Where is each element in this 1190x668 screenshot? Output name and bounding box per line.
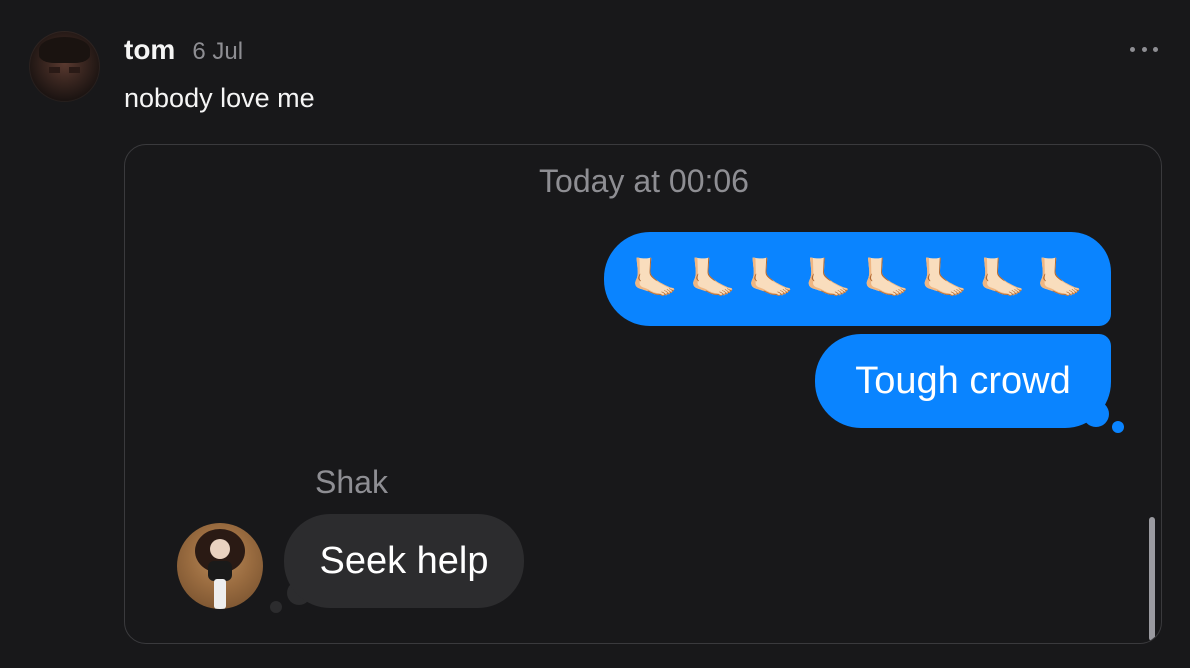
outgoing-message-feet: 🦶🏻 🦶🏻 🦶🏻 🦶🏻 🦶🏻 🦶🏻 🦶🏻 🦶🏻 bbox=[604, 232, 1111, 326]
more-dot bbox=[1141, 46, 1147, 52]
more-dot bbox=[1153, 46, 1158, 52]
outgoing-message-text: Tough crowd bbox=[815, 334, 1111, 428]
post-date: 6 Jul bbox=[192, 38, 244, 65]
post-text: nobody love me bbox=[124, 83, 315, 113]
scrollbar[interactable] bbox=[1149, 517, 1155, 641]
incoming-message-text: Seek help bbox=[284, 514, 524, 608]
post-author-avatar[interactable] bbox=[29, 31, 100, 102]
sender-avatar bbox=[177, 523, 263, 609]
sender-name: Shak bbox=[315, 464, 388, 500]
avatar-hair bbox=[39, 37, 90, 63]
avatar-eyes bbox=[49, 67, 80, 73]
attached-screenshot[interactable]: Today at 00:06 🦶🏻 🦶🏻 🦶🏻 🦶🏻 🦶🏻 🦶🏻 🦶🏻 🦶🏻 T… bbox=[124, 144, 1162, 644]
outgoing-bubble-tail bbox=[1083, 401, 1109, 427]
post: tom 6 Jul nobody love me Today at 00:06 … bbox=[0, 0, 1190, 668]
post-username[interactable]: tom bbox=[124, 34, 175, 66]
outgoing-bubble-tail-dot bbox=[1112, 421, 1124, 433]
sender-avatar-body bbox=[208, 561, 232, 581]
more-dot bbox=[1130, 46, 1135, 52]
sender-avatar-legs bbox=[214, 579, 226, 609]
incoming-bubble-tail-dot bbox=[270, 601, 282, 613]
sender-avatar-face bbox=[210, 539, 230, 559]
post-header: tom 6 Jul bbox=[124, 34, 243, 66]
conversation-timestamp: Today at 00:06 bbox=[539, 163, 749, 199]
more-options-icon[interactable] bbox=[1130, 44, 1158, 54]
